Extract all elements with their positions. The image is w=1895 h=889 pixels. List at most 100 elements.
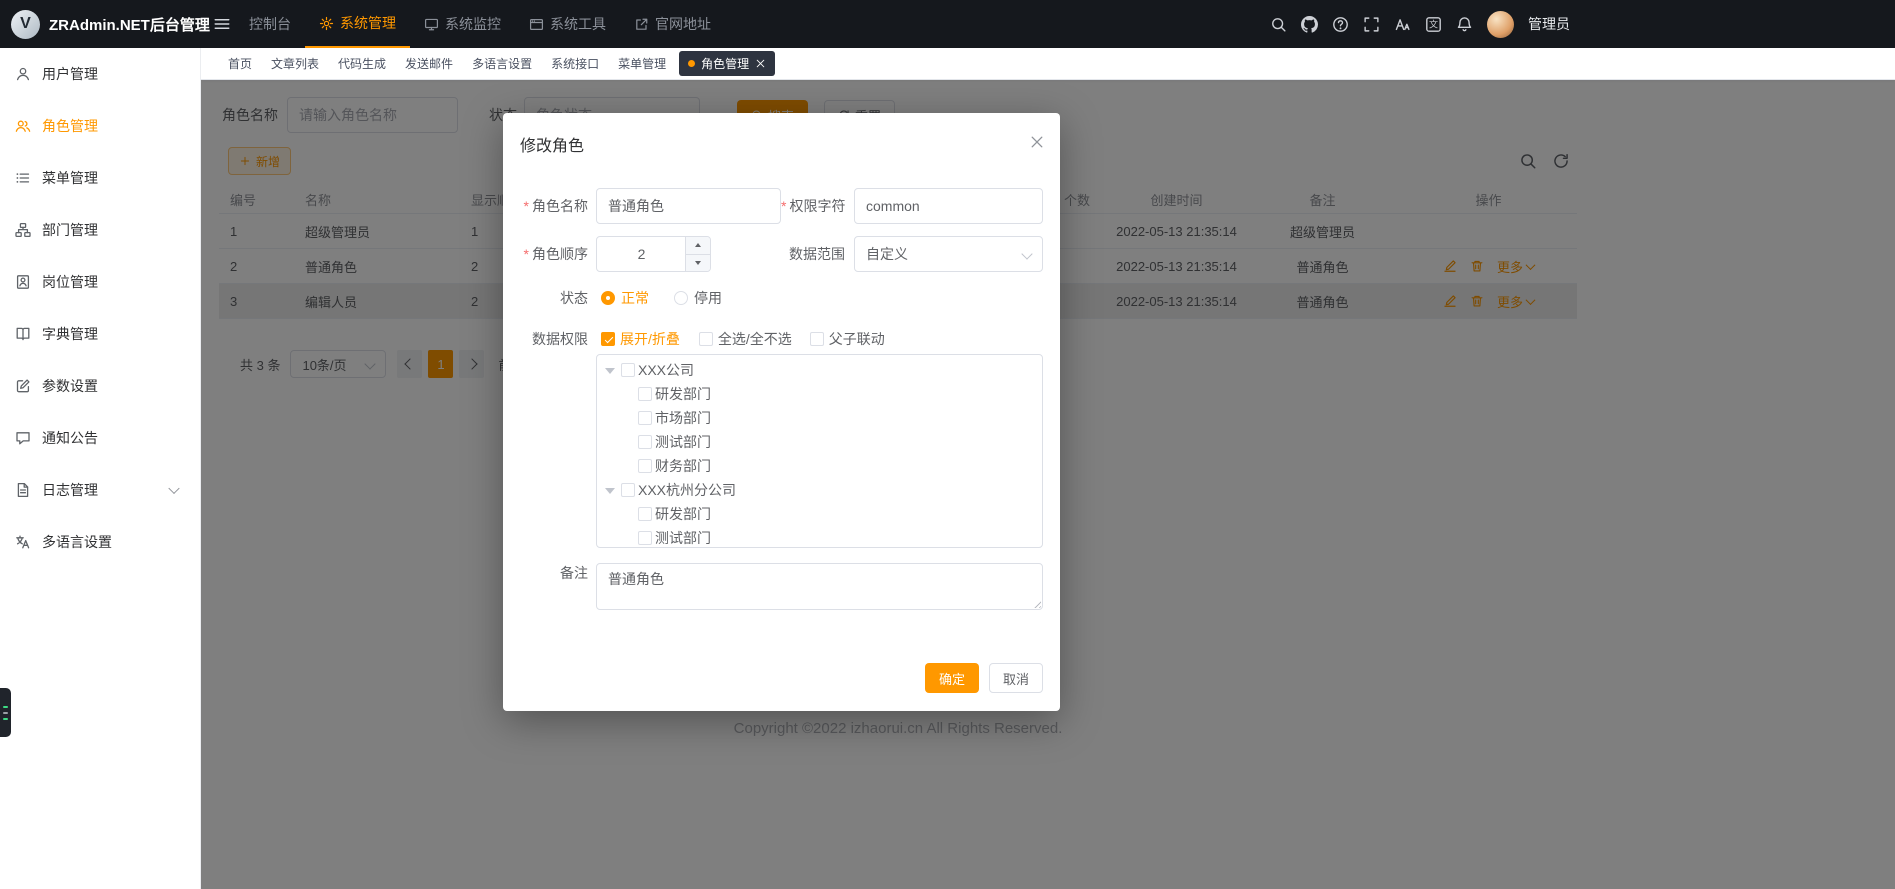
data-scope-select[interactable]: 自定义 <box>854 236 1043 272</box>
tree-checkbox[interactable] <box>638 459 652 473</box>
tree-checkbox[interactable] <box>621 363 635 377</box>
external-link-icon <box>634 17 649 32</box>
sidebar-item-logs[interactable]: 日志管理 <box>0 464 200 516</box>
data-permission-field-label: 数据权限 <box>503 329 588 349</box>
checkbox-checked-icon <box>601 332 615 346</box>
username-label[interactable]: 管理员 <box>1528 14 1570 34</box>
help-icon[interactable] <box>1332 16 1349 33</box>
github-icon[interactable] <box>1301 16 1318 33</box>
top-menu-console[interactable]: 控制台 <box>235 0 305 48</box>
form-row-data-permission: 数据权限 展开/折叠 全选/全不选 父子联动 <box>503 329 885 349</box>
tab-i18n-settings[interactable]: 多语言设置 <box>466 51 538 76</box>
caret-down-icon <box>695 261 701 265</box>
checkbox-expand-collapse[interactable]: 展开/折叠 <box>601 329 680 349</box>
gear-icon <box>319 16 334 31</box>
form-row-order-scope: *角色顺序 数据范围 自定义 <box>503 236 1043 272</box>
increase-button[interactable] <box>686 237 710 255</box>
tab-home[interactable]: 首页 <box>222 51 258 76</box>
dialog-title: 修改角色 <box>520 132 584 156</box>
close-icon[interactable] <box>1029 134 1045 150</box>
form-row-status: 状态 正常 停用 <box>503 285 722 311</box>
search-icon[interactable] <box>1270 16 1287 33</box>
perm-char-input[interactable] <box>854 188 1043 224</box>
tab-article-list[interactable]: 文章列表 <box>265 51 325 76</box>
chevron-down-icon <box>168 483 179 494</box>
dialog-footer: 确定 取消 <box>925 663 1043 693</box>
tree-node-dept[interactable]: 测试部门 <box>597 526 1042 548</box>
tree-node-dept[interactable]: 市场部门 <box>597 406 1042 430</box>
tree-node-branch-company[interactable]: XXX杭州分公司 <box>597 478 1042 502</box>
top-menu-system-tools[interactable]: 系统工具 <box>515 0 620 48</box>
log-doc-icon <box>15 482 31 498</box>
top-bar: V ZRAdmin.NET后台管理 控制台 系统管理 系统监控 系统工具 官网地 <box>0 0 1895 48</box>
decrease-button[interactable] <box>686 255 710 272</box>
checkbox-unchecked-icon <box>699 332 713 346</box>
tab-code-generation[interactable]: 代码生成 <box>332 51 392 76</box>
edit-role-dialog: 修改角色 *角色名称 *权限字符 *角色顺序 数据范围 <box>503 113 1060 711</box>
devtools-handle[interactable] <box>0 688 11 737</box>
radio-status-normal[interactable]: 正常 <box>601 288 649 308</box>
role-order-stepper[interactable] <box>596 236 711 272</box>
topbar-actions: 文 管理员 <box>1270 11 1570 38</box>
role-name-input[interactable] <box>596 188 781 224</box>
hamburger-menu-icon[interactable] <box>213 15 231 33</box>
tree-node-dept[interactable]: 财务部门 <box>597 454 1042 478</box>
sidebar-item-notices[interactable]: 通知公告 <box>0 412 200 464</box>
checkbox-parent-child-link[interactable]: 父子联动 <box>810 329 885 349</box>
tree-node-dept[interactable]: 研发部门 <box>597 502 1042 526</box>
tree-node-company[interactable]: XXX公司 <box>597 358 1042 382</box>
chevron-down-icon <box>1021 248 1032 259</box>
sidebar-item-menus[interactable]: 菜单管理 <box>0 152 200 204</box>
bell-icon[interactable] <box>1456 16 1473 33</box>
permission-tree: XXX公司 研发部门 市场部门 测试部门 <box>596 354 1043 548</box>
tree-checkbox[interactable] <box>638 507 652 521</box>
top-menu-system-management[interactable]: 系统管理 <box>305 0 410 48</box>
sidebar-item-i18n[interactable]: 多语言设置 <box>0 516 200 568</box>
notice-chat-icon <box>15 430 31 446</box>
tab-system-api[interactable]: 系统接口 <box>545 51 605 76</box>
sidebar-item-posts[interactable]: 岗位管理 <box>0 256 200 308</box>
tab-close-icon[interactable] <box>755 58 766 69</box>
tree-checkbox[interactable] <box>638 387 652 401</box>
tree-checkbox[interactable] <box>638 531 652 545</box>
post-badge-icon <box>15 274 31 290</box>
tab-send-email[interactable]: 发送邮件 <box>399 51 459 76</box>
cancel-button[interactable]: 取消 <box>989 663 1043 693</box>
tree-checkbox[interactable] <box>638 411 652 425</box>
params-edit-icon <box>15 378 31 394</box>
sidebar-item-parameters[interactable]: 参数设置 <box>0 360 200 412</box>
font-size-icon[interactable] <box>1394 16 1411 33</box>
dict-book-icon <box>15 326 31 342</box>
logo-icon: V <box>11 10 40 39</box>
remark-textarea[interactable]: 普通角色 <box>596 563 1043 610</box>
sidebar-item-dictionaries[interactable]: 字典管理 <box>0 308 200 360</box>
status-field-label: 状态 <box>503 288 588 308</box>
radio-status-disabled[interactable]: 停用 <box>674 288 722 308</box>
sidebar-item-users[interactable]: 用户管理 <box>0 48 200 100</box>
tab-menu-management[interactable]: 菜单管理 <box>612 51 672 76</box>
tree-node-dept[interactable]: 测试部门 <box>597 430 1042 454</box>
fullscreen-icon[interactable] <box>1363 16 1380 33</box>
caret-down-icon[interactable] <box>605 368 615 379</box>
tab-role-management[interactable]: 角色管理 <box>679 51 775 76</box>
translate-icon <box>15 534 31 550</box>
top-menu-system-monitor[interactable]: 系统监控 <box>410 0 515 48</box>
top-menu-website[interactable]: 官网地址 <box>620 0 725 48</box>
language-icon[interactable]: 文 <box>1425 16 1442 33</box>
dept-tree-icon <box>15 222 31 238</box>
role-order-input[interactable] <box>597 237 686 271</box>
data-scope-field-label: 数据范围 <box>711 244 845 264</box>
avatar[interactable] <box>1487 11 1514 38</box>
sidebar-item-roles[interactable]: 角色管理 <box>0 100 200 152</box>
sidebar-item-departments[interactable]: 部门管理 <box>0 204 200 256</box>
remark-field-label: 备注 <box>503 563 588 583</box>
caret-down-icon[interactable] <box>605 488 615 499</box>
confirm-button[interactable]: 确定 <box>925 663 979 693</box>
role-name-field-label: *角色名称 <box>503 196 588 216</box>
tree-checkbox[interactable] <box>638 435 652 449</box>
perm-char-field-label: *权限字符 <box>781 196 845 216</box>
tree-checkbox[interactable] <box>621 483 635 497</box>
user-icon <box>15 66 31 82</box>
checkbox-select-all[interactable]: 全选/全不选 <box>699 329 792 349</box>
tree-node-dept[interactable]: 研发部门 <box>597 382 1042 406</box>
